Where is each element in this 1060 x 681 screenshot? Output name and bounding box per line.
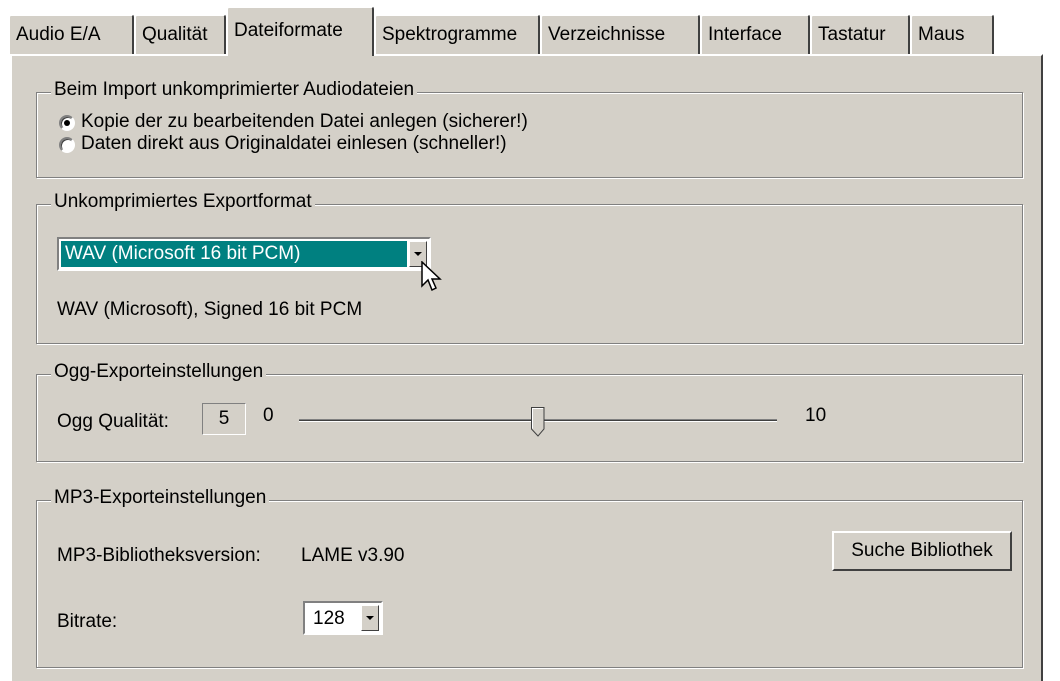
chevron-down-icon[interactable]	[361, 605, 379, 631]
ogg-quality-slider-thumb[interactable]	[531, 407, 545, 437]
export-format-description: WAV (Microsoft), Signed 16 bit PCM	[57, 299, 363, 320]
tab-label: Spektrogramme	[382, 24, 518, 45]
tab-label: Maus	[918, 24, 965, 45]
bitrate-select[interactable]: 128	[303, 601, 383, 635]
tab-audio-ea[interactable]: Audio E/A	[8, 14, 134, 54]
tab-label: Verzeichnisse	[548, 24, 666, 45]
radio-copy-file-label[interactable]: Kopie der zu bearbeitenden Datei anlegen…	[81, 111, 528, 133]
mp3-library-version-label: MP3-Bibliotheksversion:	[57, 545, 261, 566]
dateiformate-panel: Beim Import unkomprimierter Audiodateien…	[10, 54, 1043, 681]
find-library-button[interactable]: Suche Bibliothek	[832, 531, 1012, 571]
bitrate-value: 128	[313, 608, 345, 629]
mp3-library-version-value: LAME v3.90	[301, 545, 405, 566]
export-format-group-title: Unkomprimiertes Exportformat	[51, 191, 315, 213]
radio-copy-file[interactable]	[59, 115, 75, 131]
tab-interface[interactable]: Interface	[700, 14, 810, 54]
mouse-cursor-icon	[421, 261, 442, 292]
mp3-export-group-title: MP3-Exporteinstellungen	[51, 487, 270, 509]
export-format-value: WAV (Microsoft 16 bit PCM)	[61, 241, 407, 267]
tab-spektrogramme[interactable]: Spektrogramme	[374, 14, 540, 54]
radio-dot	[64, 120, 70, 126]
ogg-quality-label: Ogg Qualität:	[57, 411, 169, 432]
tab-maus[interactable]: Maus	[910, 14, 994, 54]
export-format-group: Unkomprimiertes Exportformat WAV (Micros…	[36, 191, 1023, 344]
ogg-export-group-title: Ogg-Exporteinstellungen	[51, 361, 267, 383]
tab-dateiformate[interactable]: Dateiformate	[226, 6, 374, 56]
tab-verzeichnisse[interactable]: Verzeichnisse	[540, 14, 700, 54]
mp3-export-group: MP3-Exporteinstellungen MP3-Bibliotheksv…	[36, 487, 1023, 668]
ogg-min-label: 0	[263, 405, 274, 426]
radio-read-direct[interactable]	[59, 137, 75, 153]
tab-qualitaet[interactable]: Qualität	[134, 14, 226, 54]
import-group: Beim Import unkomprimierter Audiodateien…	[36, 79, 1023, 178]
export-format-select[interactable]: WAV (Microsoft 16 bit PCM)	[57, 237, 431, 271]
tab-label: Tastatur	[818, 24, 886, 45]
import-group-title: Beim Import unkomprimierter Audiodateien	[51, 79, 418, 101]
tab-label: Audio E/A	[16, 24, 101, 45]
radio-read-direct-label[interactable]: Daten direkt aus Originaldatei einlesen …	[81, 133, 507, 155]
bitrate-label: Bitrate:	[57, 611, 118, 632]
tab-strip: Audio E/A Qualität Dateiformate Spektrog…	[0, 0, 1060, 56]
tab-label: Interface	[708, 24, 782, 45]
tab-label: Qualität	[142, 24, 208, 45]
ogg-max-label: 10	[805, 405, 827, 426]
ogg-export-group: Ogg-Exporteinstellungen Ogg Qualität: 5 …	[36, 361, 1023, 462]
tab-tastatur[interactable]: Tastatur	[810, 14, 910, 54]
ogg-quality-value: 5	[202, 403, 246, 435]
tab-label: Dateiformate	[234, 20, 343, 41]
